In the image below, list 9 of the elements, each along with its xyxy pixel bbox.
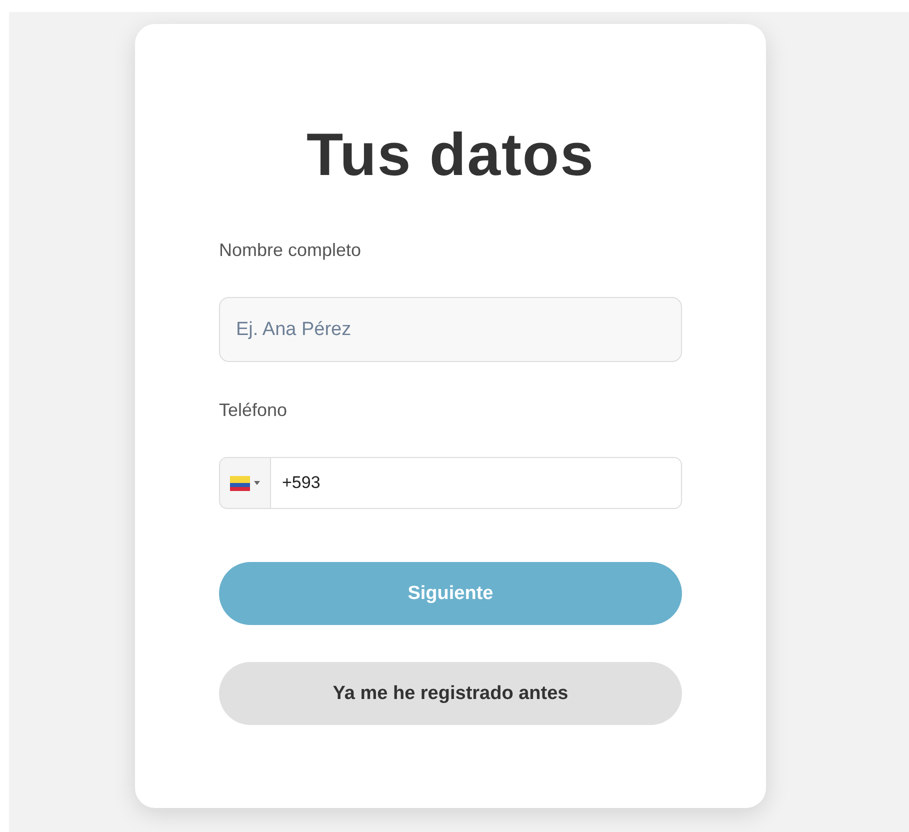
login-button[interactable]: Ya me he registrado antes (219, 662, 682, 725)
name-input-field[interactable]: Ej. Ana Pérez (219, 297, 682, 362)
field-label: Teléfono (219, 399, 288, 421)
country-code-picker[interactable] (219, 457, 271, 509)
page-title: Tus datos (306, 120, 596, 190)
caret-icon (254, 481, 260, 485)
phone-input-field[interactable]: +593 (271, 457, 682, 509)
flag-icon (230, 476, 250, 490)
field-label: Nombre completo (219, 239, 362, 261)
